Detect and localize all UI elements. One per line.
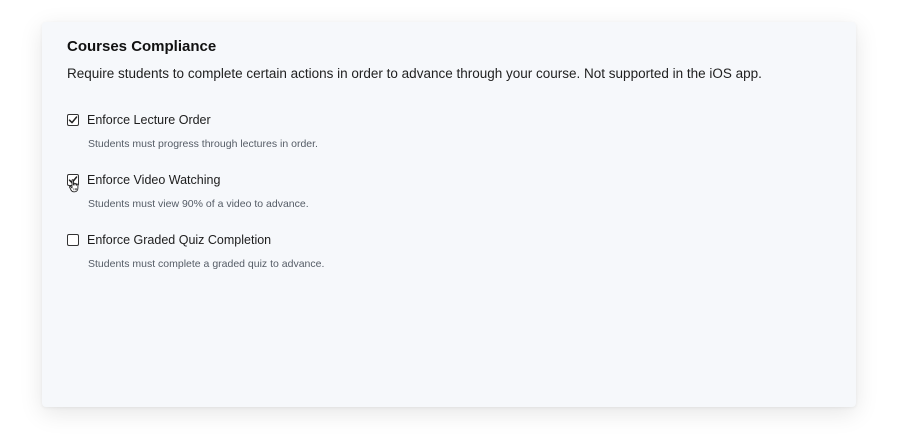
enforce-video-watching-row[interactable]: Enforce Video Watching bbox=[67, 171, 767, 189]
option-enforce-lecture-order: Enforce Lecture Order Students must prog… bbox=[67, 111, 767, 150]
option-enforce-video-watching: Enforce Video Watching Students must vie… bbox=[67, 171, 767, 210]
option-enforce-graded-quiz-completion: Enforce Graded Quiz Completion Students … bbox=[67, 231, 767, 270]
checkmark-icon bbox=[68, 176, 78, 184]
enforce-graded-quiz-completion-help: Students must complete a graded quiz to … bbox=[88, 258, 325, 270]
enforce-lecture-order-checkbox[interactable] bbox=[67, 114, 79, 126]
enforce-video-watching-checkbox[interactable] bbox=[67, 174, 79, 186]
enforce-lecture-order-label[interactable]: Enforce Lecture Order bbox=[87, 113, 211, 127]
enforce-lecture-order-help: Students must progress through lectures … bbox=[88, 138, 318, 150]
enforce-video-watching-label[interactable]: Enforce Video Watching bbox=[87, 173, 220, 187]
section-title: Courses Compliance bbox=[67, 38, 217, 55]
enforce-video-watching-help: Students must view 90% of a video to adv… bbox=[88, 198, 309, 210]
courses-compliance-panel: Courses Compliance Require students to c… bbox=[42, 22, 856, 407]
checkmark-icon bbox=[68, 116, 78, 124]
enforce-lecture-order-row[interactable]: Enforce Lecture Order bbox=[67, 111, 767, 129]
enforce-graded-quiz-completion-label[interactable]: Enforce Graded Quiz Completion bbox=[87, 233, 271, 247]
enforce-graded-quiz-completion-checkbox[interactable] bbox=[67, 234, 79, 246]
section-description: Require students to complete certain act… bbox=[67, 66, 762, 81]
enforce-graded-quiz-completion-row[interactable]: Enforce Graded Quiz Completion bbox=[67, 231, 767, 249]
